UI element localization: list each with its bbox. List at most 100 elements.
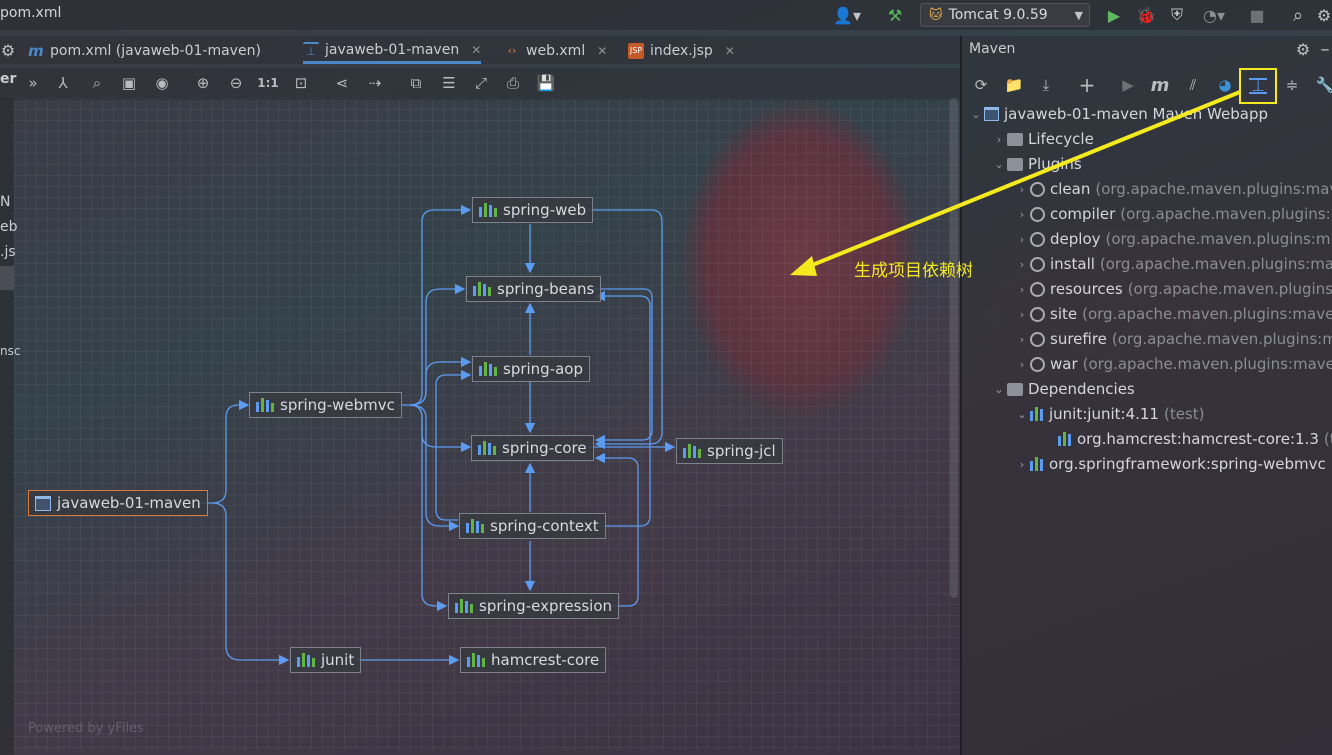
node-label: hamcrest-core	[491, 651, 600, 669]
node-label: spring-webmvc	[280, 396, 395, 414]
node-spring-expression[interactable]: spring-expression	[448, 593, 620, 619]
node-spring-jcl[interactable]: spring-jcl	[676, 438, 783, 464]
tree-lifecycle[interactable]: › Lifecycle	[991, 127, 1094, 151]
edge-beans-core	[594, 288, 653, 446]
profile-icon[interactable]: ◔▾	[1197, 4, 1231, 26]
chevron-right-icon: ›	[1019, 357, 1025, 371]
library-icon	[683, 444, 701, 458]
gear-icon[interactable]: ⚙	[1292, 38, 1314, 60]
edge-webmvc-core	[409, 404, 472, 453]
edge-webmvc-context	[409, 404, 460, 532]
wrench-icon[interactable]: 🔧	[1316, 73, 1332, 97]
library-icon	[478, 441, 496, 455]
plugin-gear-icon	[1030, 331, 1045, 347]
coverage-icon[interactable]: ⛨	[1166, 4, 1188, 26]
chevron-down-icon: ⌄	[971, 107, 981, 121]
tree-label: Dependencies	[1028, 380, 1135, 398]
library-icon	[455, 599, 473, 613]
toggle-offline-icon[interactable]: ⫽	[1181, 73, 1205, 97]
plugin-group: (org.apache.maven.plugins:maven	[1082, 355, 1332, 373]
skip-tests-icon[interactable]: ◕	[1213, 73, 1237, 97]
tree-plugin[interactable]: › compiler (org.apache.maven.plugins:m	[1014, 202, 1332, 226]
node-spring-aop[interactable]: spring-aop	[472, 356, 591, 382]
plugin-name: clean	[1050, 180, 1091, 198]
tree-dep-hamcrest[interactable]: org.hamcrest:hamcrest-core:1.3 (t	[1058, 427, 1332, 451]
folder-reload-icon[interactable]: 📁	[1002, 73, 1026, 97]
edge-context-beans	[594, 290, 651, 527]
chevron-right-icon: ›	[1019, 257, 1025, 271]
run-icon[interactable]: ▶	[1103, 4, 1125, 26]
edge-webmvc-expression	[409, 404, 448, 612]
minimize-icon[interactable]: –	[1318, 38, 1332, 60]
node-root-project[interactable]: javaweb-01-maven	[28, 490, 208, 516]
node-spring-context[interactable]: spring-context	[459, 513, 606, 539]
edge-root-webmvc	[199, 399, 250, 504]
run-maven-icon[interactable]: ▶	[1116, 73, 1140, 97]
dep-scope: (t	[1323, 430, 1332, 448]
chevron-down-icon: ⌄	[994, 157, 1004, 171]
yfiles-watermark: Powered by yFiles	[28, 721, 144, 736]
dependencies-folder-icon	[1007, 382, 1023, 396]
module-icon	[984, 107, 999, 121]
library-icon	[1058, 432, 1071, 446]
chevron-right-icon: ›	[1019, 457, 1025, 471]
tree-dep-junit[interactable]: ⌄ junit:junit:4.11 (test)	[1014, 402, 1204, 426]
chevron-right-icon: ›	[1019, 282, 1025, 296]
search-icon[interactable]: ⌕	[1287, 4, 1309, 26]
tree-plugin[interactable]: › install (org.apache.maven.plugins:mav	[1014, 252, 1332, 276]
library-icon	[467, 653, 485, 667]
dependency-diagram: spring-web spring-beans spring-aop sprin…	[0, 0, 960, 755]
chevron-right-icon: ›	[1019, 307, 1025, 321]
tree-dep-spring-webmvc[interactable]: › org.springframework:spring-webmvc	[1014, 452, 1326, 476]
node-spring-web[interactable]: spring-web	[472, 197, 594, 223]
plugin-gear-icon	[1030, 256, 1045, 272]
tree-plugin[interactable]: › resources (org.apache.maven.plugins	[1014, 277, 1332, 301]
node-spring-webmvc[interactable]: spring-webmvc	[249, 392, 402, 418]
library-icon	[479, 362, 497, 376]
plugin-name: compiler	[1050, 205, 1116, 223]
plugin-group: (org.apache.maven.plugins	[1127, 280, 1332, 298]
node-spring-beans[interactable]: spring-beans	[466, 276, 602, 302]
library-icon	[1030, 407, 1043, 421]
edge-webmvc-aop	[409, 356, 472, 406]
plugin-gear-icon	[1030, 206, 1045, 222]
tree-plugin[interactable]: › site (org.apache.maven.plugins:maven	[1014, 302, 1332, 326]
plugin-group: (org.apache.maven.plugins:m	[1111, 330, 1332, 348]
node-hamcrest-core[interactable]: hamcrest-core	[460, 647, 607, 673]
node-junit[interactable]: junit	[290, 647, 362, 673]
edge-web-core	[588, 209, 663, 450]
tree-dependencies[interactable]: ⌄ Dependencies	[991, 377, 1135, 401]
library-icon	[479, 203, 497, 217]
collapse-all-icon[interactable]: ≑	[1280, 73, 1304, 97]
tree-plugin[interactable]: › war (org.apache.maven.plugins:maven	[1014, 352, 1332, 376]
dep-scope: (test)	[1163, 405, 1205, 423]
library-icon	[297, 653, 315, 667]
library-icon	[1030, 457, 1043, 471]
tree-plugin[interactable]: › surefire (org.apache.maven.plugins:m	[1014, 327, 1332, 351]
tree-plugins[interactable]: ⌄ Plugins	[991, 152, 1081, 176]
tree-plugin[interactable]: › deploy (org.apache.maven.plugins:m	[1014, 227, 1331, 251]
stop-icon[interactable]: ■	[1246, 4, 1268, 26]
plugin-gear-icon	[1030, 356, 1045, 372]
tree-project[interactable]: ⌄ javaweb-01-maven Maven Webapp	[968, 102, 1268, 126]
tree-plugin[interactable]: › clean (org.apache.maven.plugins:mav	[1014, 177, 1332, 201]
node-label: junit	[321, 651, 355, 669]
add-icon[interactable]: +	[1075, 73, 1099, 97]
show-dependencies-button[interactable]: ⊥	[1239, 68, 1277, 104]
edge-root-junit	[211, 502, 290, 666]
plugin-gear-icon	[1030, 306, 1045, 322]
plugin-gear-icon	[1030, 281, 1045, 297]
download-icon[interactable]: ⤓	[1034, 73, 1058, 97]
node-spring-core[interactable]: spring-core	[471, 435, 594, 461]
debug-icon[interactable]: 🐞	[1135, 4, 1157, 26]
chevron-right-icon: ›	[1019, 182, 1025, 196]
settings-icon[interactable]: ⚙	[1316, 4, 1332, 26]
execute-goal-icon[interactable]: m	[1148, 73, 1172, 97]
library-icon	[473, 282, 491, 296]
reload-icon[interactable]: ⟳	[969, 73, 993, 97]
run-config-label: Tomcat 9.0.59	[948, 7, 1048, 23]
plugin-group: (org.apache.maven.plugins:mav	[1095, 180, 1332, 198]
dependency-diagram-icon: ⊥	[1249, 77, 1267, 95]
diagram-scrollbar[interactable]	[950, 98, 958, 598]
maven-panel-title: Maven	[969, 41, 1016, 57]
